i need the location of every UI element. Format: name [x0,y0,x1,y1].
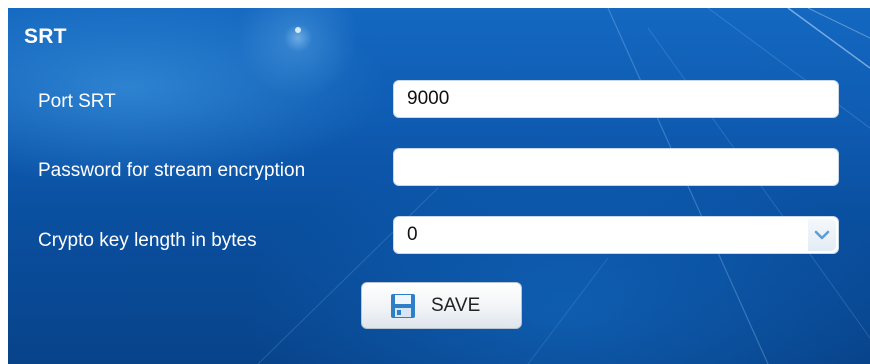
port-input[interactable] [393,80,839,118]
save-button[interactable]: SAVE [361,282,522,329]
password-label: Password for stream encryption [38,160,306,181]
save-button-label: SAVE [431,295,481,316]
crypto-key-length-select[interactable]: 0 [393,216,839,254]
floppy-disk-icon [390,293,416,319]
port-label: Port SRT [38,91,116,112]
srt-settings-panel: SRT Port SRT Password for stream encrypt… [8,8,870,364]
panel-title: SRT [24,25,67,48]
crypto-key-length-label: Crypto key length in bytes [38,230,257,251]
chevron-down-icon[interactable] [808,219,836,251]
crypto-key-length-value: 0 [407,224,418,245]
password-input[interactable] [393,148,839,186]
